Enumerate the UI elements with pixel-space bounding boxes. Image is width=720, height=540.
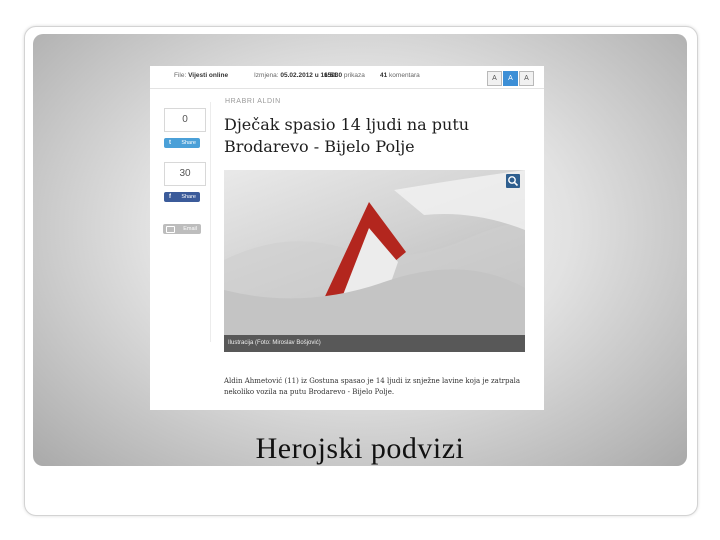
file-value: Vijesti online	[188, 72, 229, 79]
article-kicker: HRABRI ALDIN	[225, 98, 281, 105]
twitter-share-label: Share	[181, 140, 196, 146]
file-meta: File: Vijesti online	[174, 72, 228, 79]
article-screenshot: File: Vijesti online Izmjena: 05.02.2012…	[150, 66, 544, 410]
file-label: File:	[174, 72, 187, 79]
font-increase-button[interactable]: A	[519, 71, 534, 86]
twitter-share-button[interactable]: t Share	[164, 138, 200, 148]
comments-meta[interactable]: 41 komentara	[380, 72, 420, 79]
article-lead: Aldin Ahmetović (11) iz Gostuna spasao j…	[224, 377, 521, 396]
envelope-icon	[166, 226, 175, 233]
email-label: Email	[183, 226, 197, 232]
views-label: prikaza	[343, 72, 365, 79]
slide-caption: Herojski podvizi	[255, 432, 465, 465]
comments-label: komentara	[389, 72, 420, 79]
snow-road-sign-illustration	[224, 170, 525, 352]
share-column: 0 t Share 30 f Share Email	[160, 102, 211, 342]
views-meta: 15030 prikaza	[324, 72, 365, 79]
magnifier-icon	[508, 176, 519, 187]
twitter-share-count: 0	[164, 108, 206, 132]
photo-caption: Ilustracija (Foto: Miroslav Bošjović)	[224, 335, 525, 352]
comments-value: 41	[380, 72, 388, 79]
facebook-share-button[interactable]: f Share	[164, 192, 200, 202]
facebook-share-label: Share	[181, 194, 196, 200]
article-headline[interactable]: Dječak spasio 14 ljudi na putu Brodarevo…	[224, 114, 534, 158]
article-meta-bar: File: Vijesti online Izmjena: 05.02.2012…	[150, 66, 544, 89]
changed-label: Izmjena:	[254, 72, 279, 79]
zoom-photo-button[interactable]	[506, 174, 520, 188]
facebook-share-count: 30	[164, 162, 206, 186]
twitter-icon: t	[169, 140, 171, 146]
font-normal-button[interactable]: A	[503, 71, 518, 86]
font-decrease-button[interactable]: A	[487, 71, 502, 86]
views-value: 15030	[324, 72, 343, 79]
email-button[interactable]: Email	[163, 224, 201, 234]
facebook-icon: f	[166, 193, 174, 201]
article-photo[interactable]: Ilustracija (Foto: Miroslav Bošjović)	[224, 170, 525, 352]
